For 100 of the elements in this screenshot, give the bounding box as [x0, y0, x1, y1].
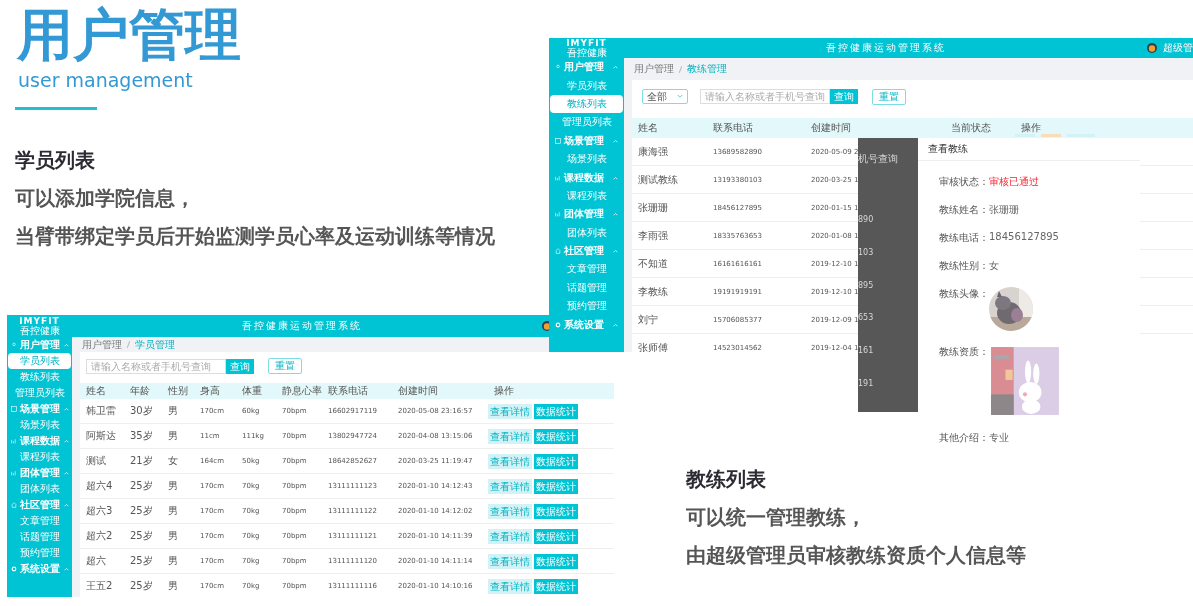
column-header: 操作	[1020, 121, 1041, 135]
column-header: 创建时间	[397, 384, 438, 398]
menu-group-icon	[11, 566, 17, 572]
reset-button[interactable]: 重置	[268, 358, 302, 374]
search-button[interactable]: 查询	[830, 89, 858, 104]
details-button[interactable]: 查看详情	[488, 478, 532, 494]
details-button[interactable]: 查看详情	[488, 403, 532, 419]
section-text: 可以添加学院信息，	[15, 185, 196, 212]
table-cell-text: 张珊珊	[637, 200, 668, 215]
table-cell-text: 25岁	[129, 479, 153, 493]
field-label: 审核状态：	[939, 175, 989, 189]
table-cell-text: 超六2	[85, 529, 113, 543]
sidebar-item[interactable]: 教练列表	[550, 94, 623, 114]
sidebar-item[interactable]: 管理员列表	[8, 385, 71, 401]
details-button[interactable]: 查看详情	[488, 528, 532, 544]
avatar-icon[interactable]	[1147, 43, 1157, 53]
details-button[interactable]: 查看详情	[488, 553, 532, 569]
sidebar-item[interactable]: 课程列表	[8, 449, 71, 465]
drawer-title: 查看教练	[918, 138, 1140, 161]
sidebar-group[interactable]: 课程数据	[7, 433, 72, 449]
sidebar-group[interactable]: 社区管理	[549, 241, 624, 261]
obscured-text: 890	[858, 214, 875, 226]
status-select[interactable]: 全部	[642, 89, 688, 104]
sidebar-group[interactable]: 场景管理	[7, 401, 72, 417]
stats-button[interactable]: 数据统计	[534, 453, 578, 469]
sidebar-item[interactable]: 课程列表	[550, 186, 623, 206]
sidebar-group[interactable]: 团体管理	[549, 205, 624, 224]
search-field[interactable]: 请输入名称或者手机号查询	[86, 358, 226, 374]
sidebar-group[interactable]: 用户管理	[7, 337, 72, 353]
field-value: 张珊珊	[989, 203, 1019, 217]
sidebar-item[interactable]: 学员列表	[8, 353, 71, 369]
table-cell-text: 21岁	[129, 454, 153, 468]
field-value: 女	[989, 259, 999, 273]
sidebar-group[interactable]: 场景管理	[549, 131, 624, 150]
obscured-text: 895	[858, 280, 875, 292]
sidebar-item[interactable]: 预约管理	[550, 297, 623, 316]
breadcrumb-item: 学员管理	[135, 337, 175, 352]
field-value: 审核已通过	[989, 175, 1039, 189]
sidebar-item[interactable]: 学员列表	[550, 76, 623, 95]
sidebar-item[interactable]: 文章管理	[8, 513, 71, 529]
table-cell-text: 35岁	[129, 429, 153, 443]
table-cell-text: 男	[167, 579, 178, 593]
sidebar-group[interactable]: 团体管理	[7, 465, 72, 481]
obscured-text: 653	[858, 313, 875, 325]
app-title: 吾控健康运动管理系统	[824, 41, 947, 55]
sidebar-item[interactable]: 团体列表	[8, 481, 71, 497]
stats-button[interactable]: 数据统计	[534, 478, 578, 494]
sidebar-item[interactable]: 管理员列表	[550, 113, 623, 132]
table-cell-text: 张师傅	[637, 340, 668, 352]
reset-button[interactable]: 重置	[872, 88, 906, 105]
column-header: 联系电话	[712, 121, 753, 135]
sidebar-item[interactable]: 话题管理	[550, 278, 623, 298]
sidebar-group[interactable]: 社区管理	[7, 497, 72, 513]
table-cell-text: 25岁	[129, 554, 153, 568]
search-field[interactable]: 请输入名称或者手机号查询	[700, 89, 830, 104]
column-header: 当前状态	[950, 121, 991, 135]
breadcrumb-item[interactable]: 用户管理	[82, 337, 122, 352]
stats-button[interactable]: 数据统计	[534, 428, 578, 444]
action-button[interactable]	[1041, 134, 1061, 137]
sidebar-item[interactable]: 场景列表	[550, 149, 623, 169]
user-name[interactable]: 超级管	[1163, 41, 1193, 55]
stats-button[interactable]: 数据统计	[534, 553, 578, 569]
field-label: 教练姓名：	[939, 203, 989, 217]
section-heading: 学员列表	[15, 147, 96, 174]
stats-button[interactable]: 数据统计	[534, 503, 578, 519]
stats-button[interactable]: 数据统计	[534, 403, 578, 419]
sidebar-group[interactable]: 系统设置	[549, 315, 624, 334]
obscured-text: 161	[858, 346, 875, 358]
table-cell-text: 男	[167, 554, 178, 568]
menu-group-icon	[11, 342, 17, 348]
table-cell-text: 男	[167, 404, 178, 418]
search-button[interactable]: 查询	[226, 358, 254, 374]
column-header: 静息心率	[281, 384, 322, 398]
details-button[interactable]: 查看详情	[488, 503, 532, 519]
field-label: 教练头像：	[939, 287, 989, 301]
sidebar-item[interactable]: 场景列表	[8, 417, 71, 433]
details-button[interactable]: 查看详情	[488, 453, 532, 469]
logo-text: IMYFIT	[566, 38, 607, 48]
sidebar-group[interactable]: 用户管理	[549, 58, 624, 77]
field-value: 18456127895	[989, 231, 1059, 242]
section-text: 当臂带绑定学员后开始监测学员心率及运动训练等情况	[15, 223, 495, 250]
sidebar-group[interactable]: 课程数据	[549, 168, 624, 187]
obscured-text: 191	[858, 379, 875, 391]
details-button[interactable]: 查看详情	[488, 428, 532, 444]
logo-subtitle: 吾控健康	[566, 47, 607, 58]
sidebar-item[interactable]: 预约管理	[8, 545, 71, 561]
field-label: 教练电话：	[939, 231, 989, 245]
sidebar-item[interactable]: 团体列表	[550, 223, 623, 242]
section-text: 由超级管理员审核教练资质个人信息等	[686, 542, 1026, 569]
sidebar-item[interactable]: 话题管理	[8, 529, 71, 545]
stats-button[interactable]: 数据统计	[534, 578, 578, 594]
stats-button[interactable]: 数据统计	[534, 528, 578, 544]
logo-subtitle: 吾控健康	[19, 325, 60, 336]
sidebar-item[interactable]: 文章管理	[550, 260, 623, 279]
field-label: 其他介绍：	[939, 431, 989, 445]
sidebar-item[interactable]: 教练列表	[8, 369, 71, 385]
sidebar-group[interactable]: 系统设置	[7, 561, 72, 577]
details-button[interactable]: 查看详情	[488, 578, 532, 594]
table-cell-text: 25岁	[129, 529, 153, 543]
breadcrumb-item[interactable]: 用户管理	[634, 62, 674, 76]
